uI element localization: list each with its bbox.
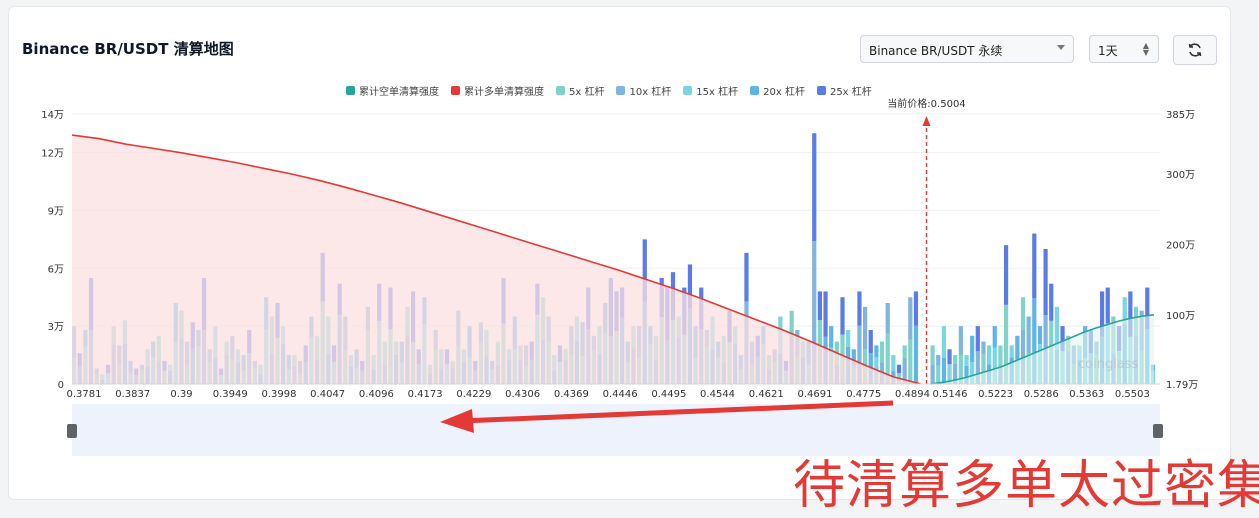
liquidation-bar	[970, 335, 975, 363]
x-tick-label: 0.5223	[978, 389, 1013, 400]
liquidation-chart: 0 3万 6万 9万 12万 14万 1.79万 100万 200万 300万 385万 当前价格:0…	[41, 97, 1198, 456]
x-tick-label: 0.4894	[895, 389, 930, 400]
liquidation-bar	[913, 291, 919, 326]
annotation-caption: 待清算多单太过密集	[793, 456, 1259, 516]
liquidation-bar	[987, 345, 992, 365]
liquidation-bar	[981, 341, 986, 355]
liquidation-bar	[1032, 233, 1037, 299]
liquidation-bar	[829, 326, 834, 348]
y-left-tick-label: 9万	[48, 206, 64, 217]
liquidation-bar	[846, 330, 851, 347]
liquidation-bar	[1015, 335, 1020, 360]
y-right-tick-label: 200万	[1166, 240, 1195, 251]
liquidation-bar	[817, 291, 822, 321]
liquidation-bar	[941, 357, 946, 384]
x-tick-label: 0.4775	[846, 389, 881, 400]
y-left-tick-label: 3万	[48, 322, 64, 333]
y-left-tick-label: 0	[58, 380, 64, 391]
liquidation-bar	[896, 364, 902, 374]
liquidation-bar	[941, 326, 946, 358]
liquidation-bar	[908, 297, 913, 340]
x-tick-label: 0.3949	[213, 389, 248, 400]
liquidation-bar	[947, 349, 952, 365]
liquidation-bar	[1020, 297, 1026, 330]
liquidation-bar	[868, 330, 873, 354]
x-tick-label: 0.5146	[933, 389, 968, 400]
liquidation-bar	[1026, 316, 1031, 354]
x-tick-label: 0.4173	[408, 389, 443, 400]
y-left-tick-label: 6万	[48, 264, 64, 275]
x-tick-label: 0.5286	[1024, 389, 1059, 400]
liquidation-bar	[964, 355, 969, 366]
x-tick-label: 0.3998	[261, 389, 296, 400]
watermark-text: coinglass	[1078, 357, 1139, 372]
y-right-tick-label: 100万	[1166, 311, 1195, 322]
liquidation-bar	[812, 133, 817, 242]
liquidation-bar	[913, 325, 919, 384]
liquidation-bar	[840, 297, 845, 335]
range-slider-left-handle[interactable]	[67, 424, 77, 438]
x-tick-label: 0.3781	[67, 389, 102, 400]
x-tick-label: 0.4229	[456, 389, 491, 400]
x-tick-label: 0.4096	[359, 389, 394, 400]
liquidation-bar	[1037, 326, 1043, 345]
x-tick-label: 0.4621	[749, 389, 784, 400]
x-tick-label: 0.5363	[1069, 389, 1104, 400]
x-tick-label: 0.4495	[651, 389, 686, 400]
x-tick-label: 0.4047	[310, 389, 345, 400]
liquidation-bar	[885, 303, 890, 333]
x-tick-label: 0.3837	[115, 389, 150, 400]
x-tick-label: 0.4544	[700, 389, 735, 400]
liquidation-bar	[1105, 287, 1110, 324]
liquidation-bar	[998, 345, 1003, 367]
liquidation-bar	[863, 306, 868, 350]
current-price-arrow-icon	[922, 116, 931, 126]
liquidation-bar	[1003, 245, 1009, 305]
liquidation-bar	[891, 355, 896, 371]
liquidation-bar	[823, 291, 828, 337]
x-tick-label: 0.39	[170, 389, 192, 400]
y-right-tick-label: 300万	[1166, 170, 1195, 181]
liquidation-bar	[879, 341, 885, 363]
x-tick-label: 0.4306	[505, 389, 540, 400]
range-slider-right-handle[interactable]	[1153, 424, 1163, 438]
liquidation-bar	[902, 345, 907, 358]
y-right-tick-label: 1.79万	[1166, 380, 1198, 391]
x-tick-label: 0.4446	[603, 389, 638, 400]
y-right-tick-label: 385万	[1166, 110, 1195, 121]
x-tick-label: 0.4369	[554, 389, 589, 400]
liquidation-bar	[936, 365, 941, 384]
liquidation-bar	[908, 339, 913, 384]
y-left-tick-label: 12万	[41, 149, 64, 160]
liquidation-bar	[992, 326, 997, 348]
x-tick-label: 0.4691	[798, 389, 833, 400]
liquidation-bar	[975, 326, 980, 352]
liquidation-bar	[958, 326, 963, 355]
long-cumulative-area	[72, 135, 921, 384]
liquidation-bar	[1049, 283, 1054, 321]
liquidation-bar	[857, 291, 862, 326]
liquidation-bar	[953, 355, 958, 365]
liquidation-bar	[789, 310, 794, 334]
liquidation-bar	[1043, 249, 1048, 316]
liquidation-bar	[874, 345, 879, 358]
y-left-tick-label: 14万	[41, 110, 64, 121]
liquidation-bar	[936, 355, 941, 366]
liquidation-bar	[930, 364, 935, 384]
liquidation-bar	[744, 252, 749, 302]
x-tick-label: 0.5503	[1115, 389, 1150, 400]
current-price-label: 当前价格:0.5004	[887, 97, 965, 110]
liquidation-bar	[1009, 345, 1014, 358]
liquidation-bar	[930, 345, 935, 365]
